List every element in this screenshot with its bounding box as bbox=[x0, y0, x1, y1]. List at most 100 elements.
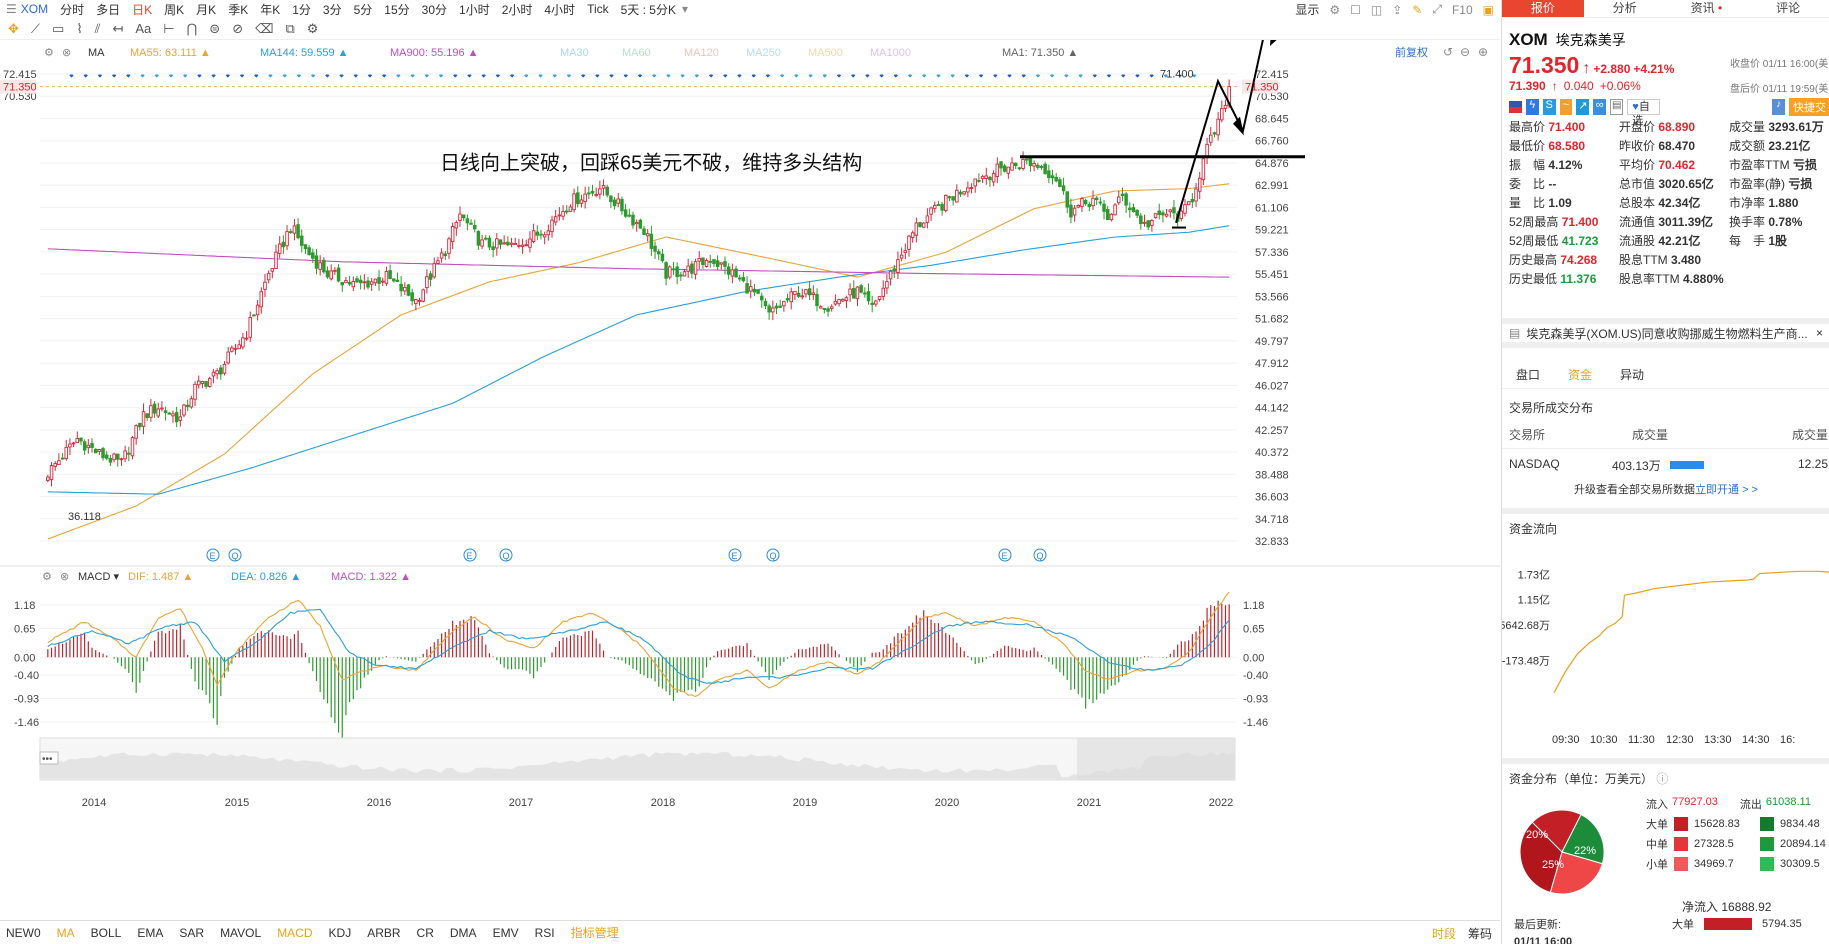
candle-body bbox=[520, 244, 525, 247]
sub-tab-1[interactable]: 资金 bbox=[1568, 366, 1592, 383]
trash-icon[interactable]: ⌫ bbox=[255, 21, 273, 37]
settings-icon[interactable]: ⚙ bbox=[307, 21, 319, 37]
fullscreen-icon[interactable]: ⤢ bbox=[1432, 2, 1442, 17]
help-icon[interactable]: ⓘ bbox=[1656, 772, 1668, 786]
news-bar[interactable]: ▤ 埃克森美孚(XOM.US)同意收购挪威生物燃料生产商... × bbox=[1502, 318, 1829, 348]
panel-toggle-icon[interactable]: ▣ bbox=[1483, 3, 1494, 17]
period-tab-0[interactable]: 分时 bbox=[54, 1, 90, 18]
candle-body bbox=[576, 192, 580, 205]
period-tab-1[interactable]: 多日 bbox=[90, 1, 126, 18]
panel-tab-1[interactable]: 分析 bbox=[1584, 0, 1666, 17]
doc-icon[interactable]: ▤ bbox=[1610, 99, 1624, 115]
brush-tool-icon[interactable]: ⌇ bbox=[76, 21, 82, 37]
chart-icon[interactable]: ↗ bbox=[1576, 99, 1590, 115]
rect-tool-icon[interactable]: ▭ bbox=[52, 21, 64, 37]
menu-icon[interactable]: ☰ bbox=[0, 2, 21, 16]
s-icon[interactable]: S bbox=[1542, 99, 1556, 115]
candle-body bbox=[844, 297, 849, 302]
outflow-label: 流出 bbox=[1739, 799, 1762, 811]
indicator-tab-dma[interactable]: DMA bbox=[450, 926, 477, 940]
candle-body bbox=[1113, 204, 1117, 216]
indicator-tab-emv[interactable]: EMV bbox=[493, 926, 519, 940]
period-tab-5[interactable]: 季K bbox=[222, 1, 254, 18]
indicator-tab-boll[interactable]: BOLL bbox=[91, 926, 122, 940]
period-tab-7[interactable]: 1分 bbox=[286, 1, 317, 18]
add-watchlist-button[interactable]: ♥自选 bbox=[1627, 99, 1661, 127]
period-tab-13[interactable]: 2小时 bbox=[496, 1, 539, 18]
indicator-tab-sar[interactable]: SAR bbox=[179, 926, 204, 940]
checkbox-icon[interactable]: ☐ bbox=[1350, 3, 1361, 17]
candle-body bbox=[472, 224, 477, 230]
period-tab-9[interactable]: 5分 bbox=[348, 1, 379, 18]
upgrade-link[interactable]: 立即开通 > > bbox=[1695, 484, 1758, 496]
panel-tab-0[interactable]: 报价 bbox=[1502, 0, 1584, 17]
flag-icon[interactable] bbox=[1509, 101, 1522, 113]
panel-tab-2[interactable]: 资讯 • bbox=[1666, 0, 1748, 17]
quote-cell: 市净率 1.880 bbox=[1729, 194, 1829, 213]
lightning-icon[interactable]: ϟ bbox=[1525, 99, 1539, 115]
line-tool-icon[interactable]: ⟋ bbox=[31, 21, 40, 37]
crosshair-icon[interactable]: ✥ bbox=[8, 21, 19, 37]
session-tab[interactable]: 时段 bbox=[1432, 925, 1456, 942]
sub-tab-2[interactable]: 异动 bbox=[1620, 366, 1644, 383]
period-tab-4[interactable]: 月K bbox=[190, 1, 222, 18]
candle-body bbox=[366, 280, 370, 288]
bell-icon[interactable]: ♪ bbox=[1772, 99, 1786, 115]
indicator-manage[interactable]: 指标管理 bbox=[571, 924, 619, 941]
gear-icon[interactable]: ⚙ bbox=[1329, 3, 1340, 17]
channel-tool-icon[interactable]: ⫽ bbox=[95, 21, 101, 37]
f10-button[interactable]: F10 bbox=[1452, 3, 1473, 17]
candle-body bbox=[1061, 185, 1066, 192]
ruler-icon[interactable]: ⊢ bbox=[163, 21, 174, 37]
camera-icon[interactable]: ◫ bbox=[1371, 3, 1382, 17]
quote-cell: 市盈率TTM 亏损 bbox=[1729, 156, 1829, 175]
period-tab-14[interactable]: 4小时 bbox=[538, 1, 581, 18]
price-tick: 61.106 bbox=[1255, 202, 1289, 214]
pen-icon[interactable]: ✎ bbox=[1412, 3, 1422, 17]
multi-day-tab[interactable]: 5天 : 5分K bbox=[615, 1, 682, 18]
indicator-tab-mavol[interactable]: MAVOL bbox=[220, 926, 261, 940]
candle-body bbox=[583, 193, 587, 202]
text-tool-icon[interactable]: Aa bbox=[135, 21, 151, 36]
net-inflow-value: 16888.92 bbox=[1721, 900, 1772, 914]
news-close-icon[interactable]: × bbox=[1816, 326, 1823, 340]
candle-body bbox=[1194, 188, 1198, 202]
price-chart[interactable]: ⚙ ⊗ MA MA55: 63.111 ▲ MA144: 59.559 ▲ MA900: … bbox=[0, 40, 1500, 920]
close-time: 收盘价 01/11 16:00(美 bbox=[1730, 59, 1829, 70]
magnet-icon[interactable]: ⋂ bbox=[187, 21, 198, 37]
link-icon[interactable]: ∞ bbox=[1593, 99, 1607, 115]
wave-icon[interactable]: ~ bbox=[1559, 99, 1573, 115]
quick-trade-button[interactable]: 快捷交 bbox=[1789, 98, 1829, 116]
period-tab-6[interactable]: 年K bbox=[254, 1, 286, 18]
arrow-tool-icon[interactable]: ↤ bbox=[112, 21, 123, 37]
share-icon[interactable]: ⇪ bbox=[1392, 3, 1402, 17]
chevron-down-icon[interactable]: ▾ bbox=[682, 2, 688, 16]
eye-icon[interactable]: ⊘ bbox=[232, 21, 243, 37]
indicator-tab-cr[interactable]: CR bbox=[417, 926, 434, 940]
indicator-tab-ema[interactable]: EMA bbox=[137, 926, 163, 940]
tick-tab[interactable]: Tick bbox=[581, 2, 615, 16]
period-tab-10[interactable]: 15分 bbox=[378, 1, 415, 18]
fund-flow-chart[interactable]: 1.73亿 1.15亿 5642.68万 -173.48万 09:30 10:30 11:3… bbox=[1502, 543, 1829, 773]
indicator-tab-ma[interactable]: MA bbox=[57, 926, 75, 940]
period-tab-2[interactable]: 日K bbox=[126, 1, 158, 18]
price-tick: 40.372 bbox=[1255, 447, 1289, 459]
lock-icon[interactable]: ⊜ bbox=[209, 21, 220, 37]
candle-body bbox=[1164, 213, 1169, 217]
candle-body bbox=[86, 444, 91, 449]
indicator-tab-kdj[interactable]: KDJ bbox=[329, 926, 352, 940]
chips-tab[interactable]: 筹码 bbox=[1468, 925, 1492, 942]
indicator-tab-new0[interactable]: NEW0 bbox=[6, 926, 41, 940]
symbol-label[interactable]: XOM bbox=[21, 2, 54, 16]
sub-tab-0[interactable]: 盘口 bbox=[1516, 366, 1540, 383]
indicator-tab-macd[interactable]: MACD bbox=[277, 926, 312, 940]
period-tab-12[interactable]: 1小时 bbox=[453, 1, 496, 18]
period-tab-11[interactable]: 30分 bbox=[416, 1, 453, 18]
period-tab-8[interactable]: 3分 bbox=[317, 1, 348, 18]
panel-tab-3[interactable]: 评论 bbox=[1747, 0, 1829, 17]
indicator-tab-rsi[interactable]: RSI bbox=[535, 926, 555, 940]
display-menu[interactable]: 显示 bbox=[1295, 1, 1319, 18]
layers-icon[interactable]: ⧉ bbox=[286, 21, 295, 37]
period-tab-3[interactable]: 周K bbox=[158, 1, 190, 18]
indicator-tab-arbr[interactable]: ARBR bbox=[367, 926, 400, 940]
